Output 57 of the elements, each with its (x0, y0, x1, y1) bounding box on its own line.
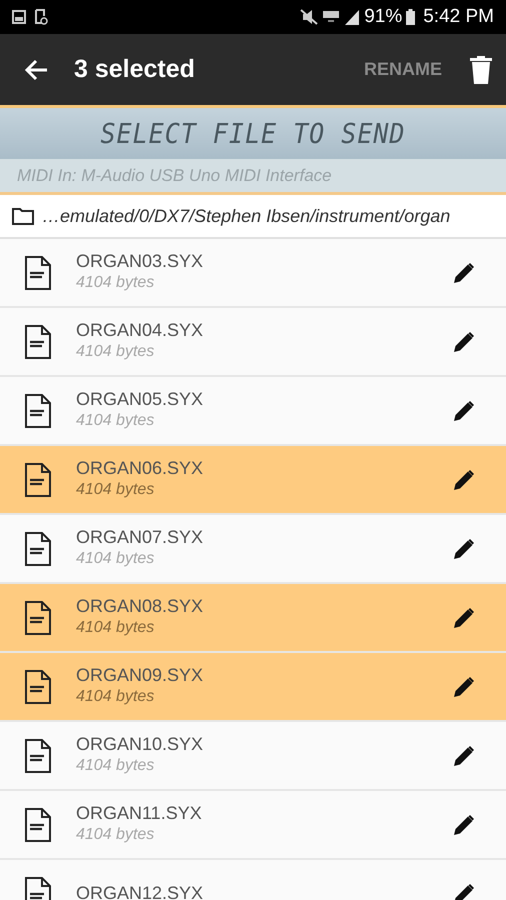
edit-icon[interactable] (452, 330, 476, 354)
file-name: ORGAN07.SYX (76, 527, 204, 549)
file-name: ORGAN09.SYX (76, 665, 204, 687)
delete-icon[interactable] (470, 56, 492, 84)
edit-icon[interactable] (452, 260, 476, 284)
file-name: ORGAN11.SYX (76, 803, 203, 825)
edit-icon[interactable] (452, 398, 476, 422)
folder-path: …emulated/0/DX7/Stephen Ibsen/instrument/organ (42, 204, 450, 228)
folder-icon (12, 207, 34, 225)
rename-button[interactable]: RENAME (360, 52, 446, 87)
file-icon (24, 808, 52, 842)
file-size: 4104 bytes (76, 618, 156, 638)
file-icon (24, 256, 52, 290)
file-size: 4104 bytes (76, 756, 156, 776)
file-icon (24, 670, 52, 704)
battery-percentage: 91% (364, 4, 402, 29)
file-name: ORGAN04.SYX (76, 320, 204, 342)
file-name: ORGAN03.SYX (76, 251, 204, 273)
file-icon (24, 600, 52, 634)
gallery-icon (12, 10, 26, 24)
file-icon (24, 532, 52, 566)
back-icon[interactable] (24, 58, 48, 80)
file-name: ORGAN05.SYX (76, 389, 204, 411)
midi-input-label: MIDI In: M-Audio USB Uno MIDI Interface (17, 164, 332, 187)
file-size: 4104 bytes (76, 410, 156, 431)
file-row[interactable]: ORGAN09.SYX 4104 bytes (0, 653, 506, 722)
edit-icon[interactable] (452, 882, 476, 900)
signal-icon (344, 9, 360, 25)
network-icon (322, 9, 340, 25)
file-size: 4104 bytes (76, 686, 156, 707)
file-icon (24, 462, 52, 496)
battery-icon (406, 9, 416, 25)
file-row[interactable]: ORGAN06.SYX 4104 bytes (0, 446, 506, 515)
selection-count-title: 3 selected (74, 54, 195, 85)
edit-icon[interactable] (452, 606, 476, 630)
file-name: ORGAN06.SYX (76, 458, 204, 480)
file-size: 4104 bytes (76, 824, 156, 845)
lcd-header-title: SELECT FILE TO SEND (100, 116, 406, 152)
clock: 5:42 PM (423, 4, 494, 29)
edit-icon[interactable] (452, 674, 476, 698)
file-size: 4104 bytes (76, 480, 156, 500)
file-size: 4104 bytes (76, 272, 156, 293)
screenshot-icon (34, 9, 48, 25)
file-name: ORGAN08.SYX (76, 596, 204, 618)
edit-icon[interactable] (452, 744, 476, 768)
edit-icon[interactable] (452, 468, 476, 492)
file-icon (24, 324, 52, 358)
file-icon (24, 738, 52, 772)
file-row[interactable]: ORGAN08.SYX 4104 bytes (0, 584, 506, 653)
edit-icon[interactable] (452, 812, 476, 836)
file-size: 4104 bytes (76, 548, 156, 569)
file-icon (24, 394, 52, 428)
file-name: ORGAN12.SYX (76, 882, 204, 900)
mute-icon (300, 9, 318, 25)
edit-icon[interactable] (452, 536, 476, 560)
file-name: ORGAN10.SYX (76, 734, 204, 756)
file-size: 4104 bytes (76, 342, 156, 362)
